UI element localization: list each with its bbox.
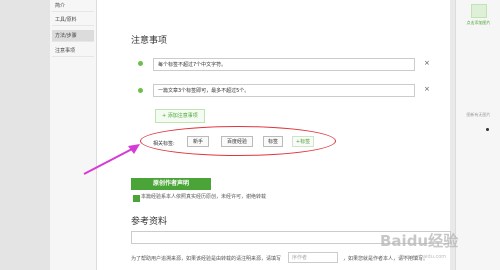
references-title: 参考资料 <box>131 217 168 227</box>
right-panel: 点击添加图片 图新有无图片 <box>455 0 500 270</box>
tag-chip[interactable]: 标签 <box>263 136 283 147</box>
originality-header: 原创作者声明 <box>131 178 211 190</box>
bullet-icon <box>138 88 143 93</box>
watermark-logo: Baidu经验 <box>380 232 459 250</box>
close-icon[interactable]: × <box>424 85 430 93</box>
add-image-link[interactable]: 点击添加图片 <box>458 20 499 26</box>
add-tag-button[interactable]: +标签 <box>292 136 314 147</box>
note-input-1[interactable]: 每个标签不超过7个中文字符。 <box>153 58 415 71</box>
right-panel-hint: 图新有无图片 <box>466 112 491 117</box>
tags-label: 相关标签: <box>153 141 175 147</box>
add-note-button[interactable]: + 添加注意事项 <box>155 109 205 123</box>
originality-declaration: 本篇经验系本人依照真实经历原创，未经许可，谢绝转载 <box>141 194 267 200</box>
nav-item-intro[interactable]: 简介 <box>52 0 94 12</box>
left-nav: 简介 工具/原料 方法/步骤 注意事项 <box>50 0 97 270</box>
cursor-dot <box>486 128 489 131</box>
author-input[interactable]: 序作者 <box>288 252 338 263</box>
nav-item-steps[interactable]: 方法/步骤 <box>52 30 94 42</box>
nav-item-tools[interactable]: 工具/原料 <box>52 14 94 26</box>
reference-hint: 为了帮助用户追溯来源，如果该经验是由转载的请注明来源，请填写 <box>131 256 282 262</box>
tag-chip[interactable]: 新手 <box>187 136 209 147</box>
nav-item-notes[interactable]: 注意事项 <box>52 45 94 57</box>
tag-chip[interactable]: 百度经验 <box>221 136 253 147</box>
notes-title: 注意事项 <box>131 36 168 46</box>
left-gutter <box>0 0 50 270</box>
image-icon[interactable] <box>471 4 487 18</box>
watermark-url: jingyan.baidu.com <box>400 254 447 260</box>
note-input-2[interactable]: 一篇文章3个标签即可，最多不超过5个。 <box>153 84 415 97</box>
originality-checkbox[interactable] <box>133 195 140 202</box>
annotation-arrow <box>83 144 140 175</box>
bullet-icon <box>138 61 143 66</box>
close-icon[interactable]: × <box>424 59 430 67</box>
